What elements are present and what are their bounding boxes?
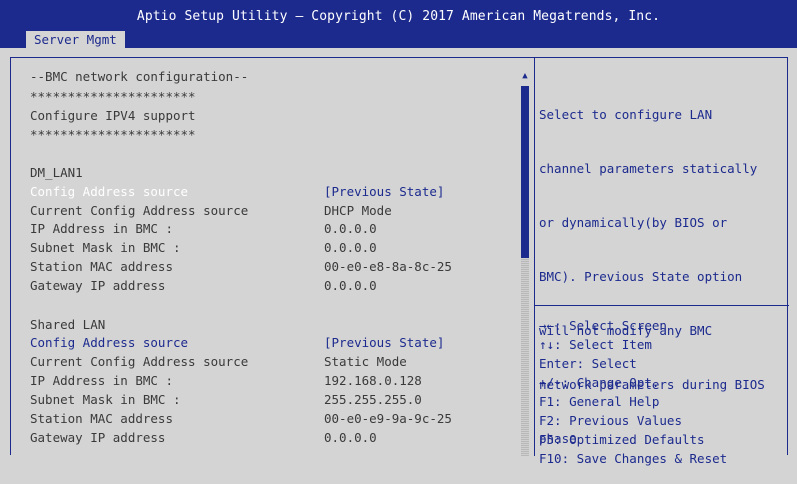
key-change-opt: +/-: Change Opt. (539, 375, 660, 390)
shared-lan-current-config-value: Static Mode (324, 354, 407, 369)
shared-lan-subnet-label: Subnet Mask in BMC : (30, 392, 181, 407)
shared-lan-gateway-value: 0.0.0.0 (324, 430, 377, 445)
dm-lan1-ip-value: 0.0.0.0 (324, 221, 377, 236)
pane-divider (534, 58, 535, 456)
shared-lan-ip-value: 192.168.0.128 (324, 373, 422, 388)
scrollbar-thumb[interactable] (521, 86, 529, 258)
shared-lan-config-address-source-label[interactable]: Config Address source (30, 334, 188, 351)
shared-lan-mac-value: 00-e0-e9-9a-9c-25 (324, 411, 452, 426)
app-title: Aptio Setup Utility – Copyright (C) 2017… (136, 9, 661, 24)
shared-lan-current-config-label: Current Config Address source (30, 354, 249, 369)
key-previous-values: F2: Previous Values (539, 413, 682, 428)
dm-lan1-ip-label: IP Address in BMC : (30, 221, 173, 236)
tab-server-mgmt[interactable]: Server Mgmt (26, 31, 125, 48)
shared-lan-ip-label: IP Address in BMC : (30, 373, 173, 388)
settings-pane: --BMC network configuration-- **********… (11, 58, 521, 456)
separator-stars: ********************** (30, 127, 196, 142)
shared-lan-subnet-value: 255.255.255.0 (324, 392, 422, 407)
help-line: or dynamically(by BIOS or (539, 215, 728, 230)
dm-lan1-mac-value: 00-e0-e8-8a-8c-25 (324, 259, 452, 274)
dm-lan1-config-address-source-value[interactable]: [Previous State] (324, 183, 444, 200)
key-enter-select: Enter: Select (539, 356, 637, 371)
dm-lan1-subnet-label: Subnet Mask in BMC : (30, 240, 181, 255)
key-legend: →←: Select Screen ↑↓: Select Item Enter:… (539, 316, 784, 468)
shared-lan-gateway-label: Gateway IP address (30, 430, 166, 445)
dm-lan1-mac-label: Station MAC address (30, 259, 173, 274)
dm-lan1-config-address-source-label[interactable]: Config Address source (30, 183, 188, 200)
key-select-screen: →←: Select Screen (539, 318, 667, 333)
title-bar: Aptio Setup Utility – Copyright (C) 2017… (0, 0, 797, 48)
dm-lan1-current-config-value: DHCP Mode (324, 203, 392, 218)
key-optimized-defaults: F5: Optimized Defaults (539, 432, 705, 447)
dm-lan1-gateway-label: Gateway IP address (30, 278, 166, 293)
section-title: --BMC network configuration-- (30, 69, 249, 84)
scroll-up-arrow-icon[interactable]: ▲ (521, 70, 529, 82)
help-line: channel parameters statically (539, 161, 758, 176)
dm-lan1-subnet-value: 0.0.0.0 (324, 240, 377, 255)
shared-lan-heading: Shared LAN (30, 317, 106, 332)
dm-lan1-current-config-label: Current Config Address source (30, 203, 249, 218)
main-panel: --BMC network configuration-- **********… (10, 57, 789, 466)
key-save-reset: F10: Save Changes & Reset (539, 451, 728, 466)
help-line: BMC). Previous State option (539, 269, 743, 284)
dm-lan1-gateway-value: 0.0.0.0 (324, 278, 377, 293)
separator-stars: ********************** (30, 89, 196, 104)
shared-lan-config-address-source-value[interactable]: [Previous State] (324, 334, 444, 351)
shared-lan-mac-label: Station MAC address (30, 411, 173, 426)
ipv4-heading: Configure IPV4 support (30, 108, 196, 123)
key-select-item: ↑↓: Select Item (539, 337, 652, 352)
help-line: Select to configure LAN (539, 107, 713, 122)
dm-lan1-heading: DM_LAN1 (30, 165, 83, 180)
key-general-help: F1: General Help (539, 394, 660, 409)
